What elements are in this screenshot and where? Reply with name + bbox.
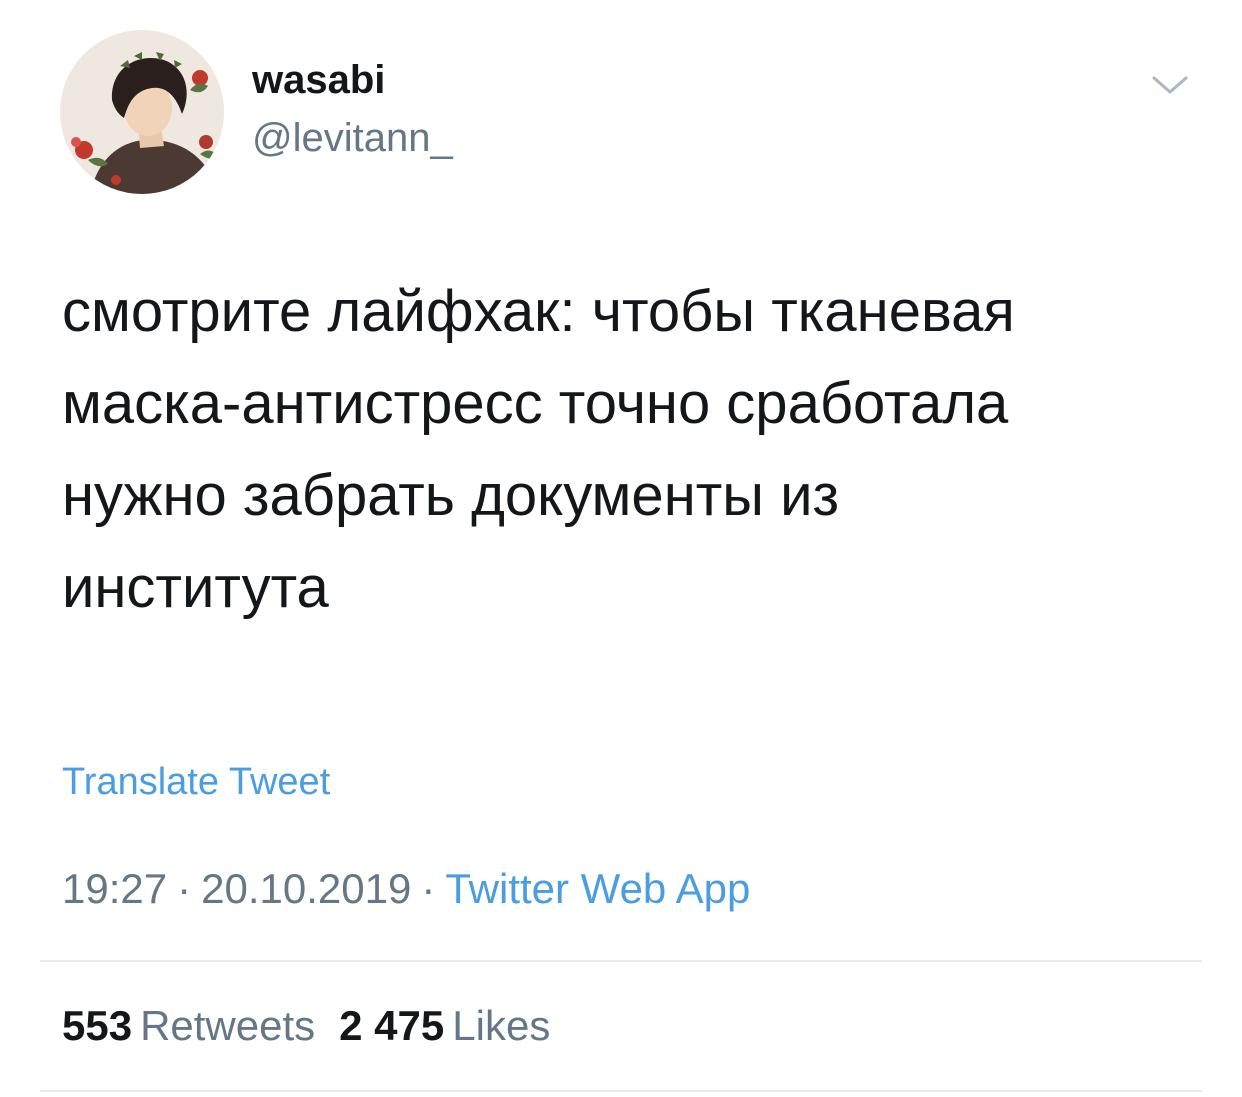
retweets-label: Retweets: [140, 1002, 316, 1049]
avatar[interactable]: [60, 30, 224, 194]
tweet-source-link[interactable]: Twitter Web App: [445, 865, 750, 912]
retweets-stat[interactable]: 553 Retweets: [62, 998, 315, 1054]
retweets-count: 553: [62, 1002, 133, 1049]
likes-label: Likes: [452, 1002, 551, 1049]
chevron-down-icon[interactable]: [1150, 70, 1190, 100]
tweet-stats: 553 Retweets 2 475 Likes: [62, 998, 574, 1054]
separator: ·: [177, 865, 192, 912]
tweet-detail: wasabi @levitann_ смотрите лайфхак: чтоб…: [0, 0, 1242, 1097]
divider: [40, 960, 1202, 962]
divider: [40, 1090, 1202, 1092]
likes-count: 2 475: [339, 1002, 445, 1049]
author-display-name[interactable]: wasabi: [252, 56, 385, 104]
tweet-metadata: 19:27 · 20.10.2019 · Twitter Web App: [62, 862, 750, 916]
tweet-text: смотрите лайфхак: чтобы тканевая маска-а…: [62, 266, 1202, 634]
avatar-image: [60, 30, 224, 194]
tweet-text-line: нужно забрать документы из: [62, 463, 840, 528]
likes-stat[interactable]: 2 475 Likes: [339, 998, 550, 1054]
translate-tweet-link[interactable]: Translate Tweet: [62, 758, 330, 806]
tweet-text-line: маска-антистресс точно сработала: [62, 371, 1009, 436]
author-handle[interactable]: @levitann_: [252, 114, 453, 162]
tweet-date[interactable]: 20.10.2019: [201, 865, 411, 912]
tweet-text-line: смотрите лайфхак: чтобы тканевая: [62, 279, 1015, 344]
tweet-time[interactable]: 19:27: [62, 865, 167, 912]
tweet-text-line: института: [62, 555, 329, 620]
separator: ·: [421, 865, 436, 912]
